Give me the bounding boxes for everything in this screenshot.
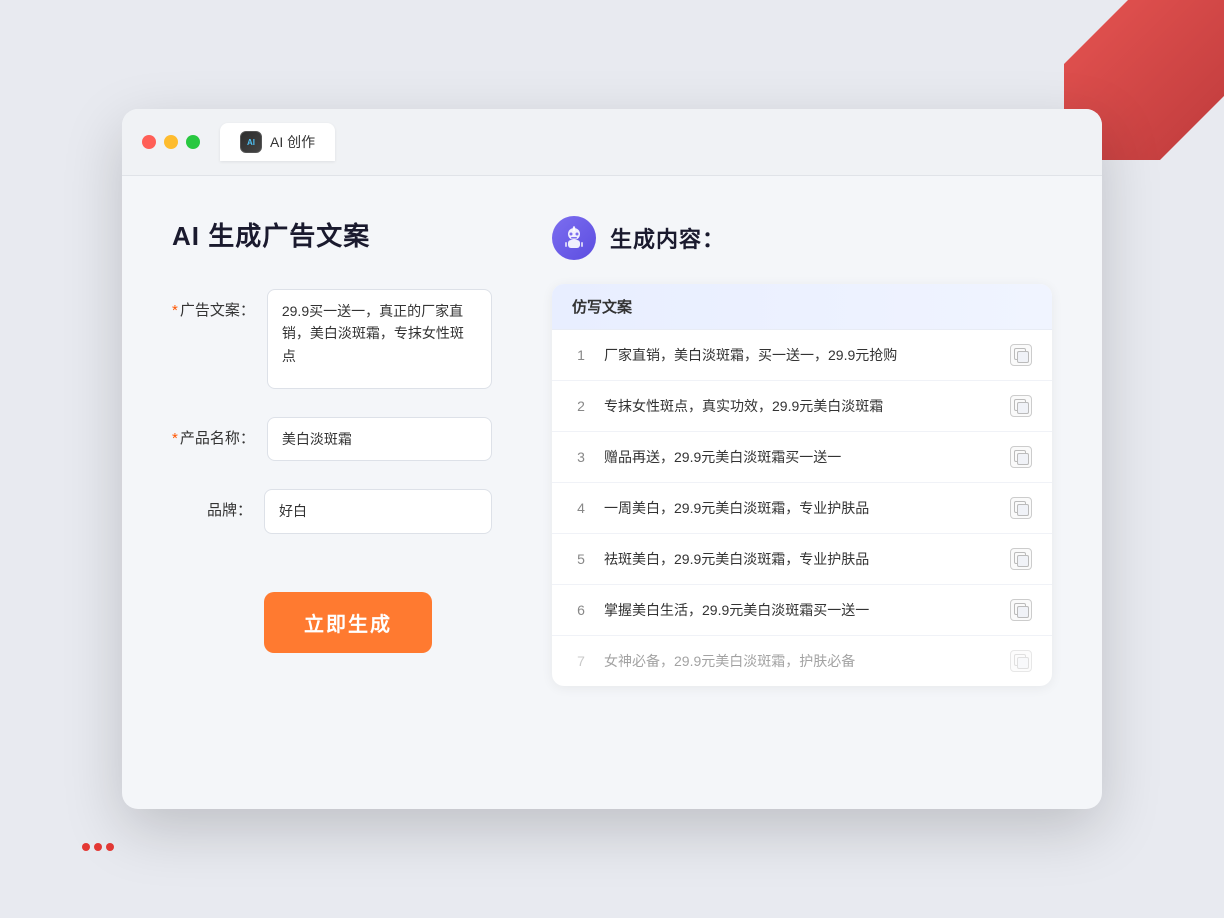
right-panel: 生成内容： 仿写文案 1 厂家直销，美白淡斑霜，买一送一，29.9元抢购 2 专… xyxy=(552,216,1052,736)
row-number: 7 xyxy=(572,653,590,669)
row-number: 4 xyxy=(572,500,590,516)
row-number: 1 xyxy=(572,347,590,363)
close-button[interactable] xyxy=(142,135,156,149)
product-name-field-group: *产品名称： xyxy=(172,417,492,461)
required-star-2: * xyxy=(172,430,178,447)
minimize-button[interactable] xyxy=(164,135,178,149)
brand-input[interactable] xyxy=(264,489,492,533)
required-star-1: * xyxy=(172,302,178,319)
left-panel: AI 生成广告文案 *广告文案： 29.9买一送一，真正的厂家直销，美白淡斑霜，… xyxy=(172,216,492,736)
ad-copy-field-group: *广告文案： 29.9买一送一，真正的厂家直销，美白淡斑霜，专抹女性斑点 xyxy=(172,289,492,389)
copy-icon[interactable] xyxy=(1010,599,1032,621)
ai-tab-icon: AI xyxy=(240,131,262,153)
brand-field-group: 品牌： xyxy=(172,489,492,533)
product-name-label: *产品名称： xyxy=(172,417,255,448)
row-text: 厂家直销，美白淡斑霜，买一送一，29.9元抢购 xyxy=(604,345,996,366)
result-table: 仿写文案 1 厂家直销，美白淡斑霜，买一送一，29.9元抢购 2 专抹女性斑点，… xyxy=(552,284,1052,686)
ai-creation-tab[interactable]: AI AI 创作 xyxy=(220,123,335,161)
decoration-dots xyxy=(80,840,116,858)
browser-window: AI AI 创作 AI 生成广告文案 *广告文案： 29.9买一送一，真正的厂家… xyxy=(122,109,1102,809)
copy-icon[interactable] xyxy=(1010,395,1032,417)
title-bar: AI AI 创作 xyxy=(122,109,1102,176)
result-table-header: 仿写文案 xyxy=(552,284,1052,330)
row-number: 6 xyxy=(572,602,590,618)
tab-label: AI 创作 xyxy=(270,132,315,152)
ad-copy-label: *广告文案： xyxy=(172,289,255,320)
generate-button[interactable]: 立即生成 xyxy=(264,592,432,653)
copy-icon[interactable] xyxy=(1010,650,1032,672)
table-row: 1 厂家直销，美白淡斑霜，买一送一，29.9元抢购 xyxy=(552,330,1052,381)
row-text: 一周美白，29.9元美白淡斑霜，专业护肤品 xyxy=(604,498,996,519)
table-row: 2 专抹女性斑点，真实功效，29.9元美白淡斑霜 xyxy=(552,381,1052,432)
product-name-input[interactable] xyxy=(267,417,492,461)
copy-icon[interactable] xyxy=(1010,497,1032,519)
copy-icon[interactable] xyxy=(1010,446,1032,468)
row-text: 女神必备，29.9元美白淡斑霜，护肤必备 xyxy=(604,651,996,672)
maximize-button[interactable] xyxy=(186,135,200,149)
traffic-lights xyxy=(142,135,200,149)
table-row: 4 一周美白，29.9元美白淡斑霜，专业护肤品 xyxy=(552,483,1052,534)
row-text: 掌握美白生活，29.9元美白淡斑霜买一送一 xyxy=(604,600,996,621)
table-row: 6 掌握美白生活，29.9元美白淡斑霜买一送一 xyxy=(552,585,1052,636)
copy-icon[interactable] xyxy=(1010,548,1032,570)
row-number: 2 xyxy=(572,398,590,414)
result-title: 生成内容： xyxy=(610,222,725,254)
main-content: AI 生成广告文案 *广告文案： 29.9买一送一，真正的厂家直销，美白淡斑霜，… xyxy=(122,176,1102,776)
result-rows-container: 1 厂家直销，美白淡斑霜，买一送一，29.9元抢购 2 专抹女性斑点，真实功效，… xyxy=(552,330,1052,686)
robot-icon xyxy=(552,216,596,260)
copy-icon[interactable] xyxy=(1010,344,1032,366)
table-row: 7 女神必备，29.9元美白淡斑霜，护肤必备 xyxy=(552,636,1052,686)
row-text: 赠品再送，29.9元美白淡斑霜买一送一 xyxy=(604,447,996,468)
table-row: 3 赠品再送，29.9元美白淡斑霜买一送一 xyxy=(552,432,1052,483)
row-number: 3 xyxy=(572,449,590,465)
table-row: 5 祛斑美白，29.9元美白淡斑霜，专业护肤品 xyxy=(552,534,1052,585)
row-text: 祛斑美白，29.9元美白淡斑霜，专业护肤品 xyxy=(604,549,996,570)
result-header: 生成内容： xyxy=(552,216,1052,260)
row-text: 专抹女性斑点，真实功效，29.9元美白淡斑霜 xyxy=(604,396,996,417)
row-number: 5 xyxy=(572,551,590,567)
ad-copy-input[interactable]: 29.9买一送一，真正的厂家直销，美白淡斑霜，专抹女性斑点 xyxy=(267,289,492,389)
brand-label: 品牌： xyxy=(172,489,252,520)
page-title: AI 生成广告文案 xyxy=(172,216,492,253)
